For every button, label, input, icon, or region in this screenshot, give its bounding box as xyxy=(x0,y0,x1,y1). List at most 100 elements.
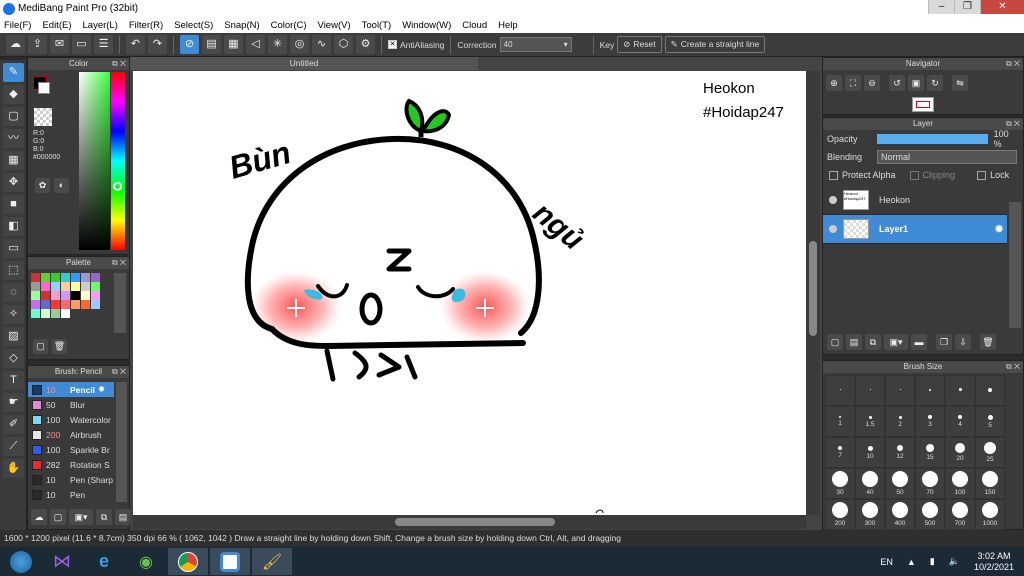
brush-item[interactable]: 50 Blur xyxy=(28,397,114,412)
menu-help[interactable]: Help xyxy=(498,20,518,31)
layer-settings-icon[interactable]: ✹ xyxy=(994,222,1004,236)
palette-mode-icon[interactable]: ✿ xyxy=(35,178,50,193)
color-wheel-icon[interactable]: ◐ xyxy=(54,178,69,193)
menu-select[interactable]: Select(S) xyxy=(174,20,213,31)
palette-swatch[interactable] xyxy=(71,273,80,282)
document-tab[interactable]: Untitled xyxy=(130,57,478,70)
brush-item[interactable]: 10 Pencil ✹ xyxy=(28,382,114,397)
palette-swatch[interactable] xyxy=(61,282,70,291)
redo-icon[interactable]: ↷ xyxy=(148,35,167,54)
snap-grid-icon[interactable]: ▦ xyxy=(224,35,243,54)
brush-item[interactable]: 100 Watercolor xyxy=(28,412,114,427)
folder-icon[interactable]: ▬ xyxy=(911,334,927,350)
rotate-right-icon[interactable]: ↻ xyxy=(927,75,943,91)
panel-close-icon[interactable]: ⧉ ✕ xyxy=(112,366,126,378)
menu-file[interactable]: File(F) xyxy=(4,20,31,31)
palette-swatch[interactable] xyxy=(41,291,50,300)
palette-swatch[interactable] xyxy=(71,291,80,300)
start-button[interactable] xyxy=(2,548,40,575)
palette-swatch[interactable] xyxy=(51,282,60,291)
palette-swatch[interactable] xyxy=(51,291,60,300)
layer-scrollbar[interactable] xyxy=(1009,202,1021,328)
snap-perspective-icon[interactable]: ◁ xyxy=(246,35,265,54)
brush-size-cell[interactable]: 30 xyxy=(825,468,855,499)
palette-swatch[interactable] xyxy=(81,273,90,282)
brush-size-cell[interactable]: 20 xyxy=(945,437,975,468)
brush-size-cell[interactable]: 40 xyxy=(855,468,885,499)
brush-settings-gear-icon[interactable]: ✹ xyxy=(98,384,105,395)
snap-circle-icon[interactable]: ◎ xyxy=(290,35,309,54)
palette-swatch[interactable] xyxy=(41,300,50,309)
delete-swatch-icon[interactable]: 🗑 xyxy=(52,339,67,354)
lock-checkbox[interactable] xyxy=(977,170,987,180)
palette-swatch[interactable] xyxy=(41,273,50,282)
navigator-preview[interactable] xyxy=(912,97,934,112)
brush-size-cell[interactable]: 5 xyxy=(975,406,1005,437)
duplicate-layer-icon[interactable]: ❐ xyxy=(936,334,952,350)
menu-layer[interactable]: Layer(L) xyxy=(83,20,118,31)
snap-curve-icon[interactable]: ∿ xyxy=(312,35,331,54)
brush-item[interactable]: 282 Rotation S xyxy=(28,457,114,472)
correction-select[interactable]: 40 xyxy=(499,37,572,52)
eraser-tool-icon[interactable]: ◆ xyxy=(3,85,24,104)
new-layer-icon[interactable]: ▢ xyxy=(827,334,843,350)
background-color-swatch[interactable] xyxy=(38,82,50,94)
palette-scrollbar[interactable] xyxy=(114,273,126,333)
menu-snap[interactable]: Snap(N) xyxy=(224,20,259,31)
comment-icon[interactable]: ✉ xyxy=(50,35,69,54)
move-tool-icon[interactable]: ✥ xyxy=(3,173,24,192)
brush-size-cell[interactable] xyxy=(825,375,855,406)
internet-explorer-icon[interactable]: e xyxy=(84,548,124,575)
medibang-taskbar-icon[interactable] xyxy=(210,548,250,575)
antialiasing-checkbox[interactable]: ✕ xyxy=(388,40,397,49)
transparent-color-swatch[interactable] xyxy=(34,108,52,126)
brush-scrollbar[interactable] xyxy=(116,382,127,502)
palette-swatch[interactable] xyxy=(31,300,40,309)
panel-close-icon[interactable]: ⧉ ✕ xyxy=(1006,361,1020,373)
brush-size-cell[interactable]: 50 xyxy=(885,468,915,499)
magic-wand-icon[interactable]: ✧ xyxy=(3,305,24,324)
text-tool-icon[interactable]: T xyxy=(3,371,24,390)
hand-tool-icon[interactable]: ✋ xyxy=(3,459,24,478)
menu-color[interactable]: Color(C) xyxy=(271,20,307,31)
brush-item[interactable]: 100 Sparkle Br xyxy=(28,442,114,457)
clipping-checkbox[interactable] xyxy=(909,170,919,180)
snap-off-icon[interactable]: ⊘ xyxy=(180,35,199,54)
operation-tool-icon[interactable]: ☛ xyxy=(3,393,24,412)
brush-size-cell[interactable] xyxy=(945,375,975,406)
menu-edit[interactable]: Edit(E) xyxy=(42,20,71,31)
palette-swatch[interactable] xyxy=(51,273,60,282)
bucket-tool-icon[interactable]: ◧ xyxy=(3,217,24,236)
palette-swatch[interactable] xyxy=(41,282,50,291)
hue-handle[interactable] xyxy=(113,182,122,191)
brush-size-cell[interactable]: 1.5 xyxy=(855,406,885,437)
vertical-scrollbar[interactable] xyxy=(806,71,820,515)
merge-down-icon[interactable]: ⇩ xyxy=(955,334,971,350)
paint-taskbar-icon[interactable]: 🖌 xyxy=(252,548,292,575)
brush-size-cell[interactable]: 70 xyxy=(915,468,945,499)
brush-size-cell[interactable]: 3 xyxy=(915,406,945,437)
panel-close-icon[interactable]: ⧉ ✕ xyxy=(1006,58,1020,70)
brush-size-cell[interactable] xyxy=(855,375,885,406)
palette-swatch[interactable] xyxy=(71,282,80,291)
palette-swatch[interactable] xyxy=(61,273,70,282)
layer-row[interactable]: Layer1 ✹ xyxy=(823,215,1007,244)
rotate-left-icon[interactable]: ↺ xyxy=(889,75,905,91)
palette-swatch[interactable] xyxy=(31,282,40,291)
hue-slider[interactable] xyxy=(111,72,125,250)
panel-close-icon[interactable]: ⧉ ✕ xyxy=(112,257,126,269)
select-pen-icon[interactable]: ▦ xyxy=(3,151,24,170)
palette-swatch[interactable] xyxy=(61,291,70,300)
palette-swatch[interactable] xyxy=(51,309,60,318)
language-indicator[interactable]: EN xyxy=(880,557,893,567)
reset-button[interactable]: ⊘ Reset xyxy=(617,36,662,53)
cloud-brush-icon[interactable]: ☁ xyxy=(31,509,47,525)
brush-size-cell[interactable] xyxy=(975,375,1005,406)
visual-studio-icon[interactable]: ⋈ xyxy=(42,548,82,575)
palette-swatch[interactable] xyxy=(81,291,90,300)
add-layer-menu-icon[interactable]: ▣▾ xyxy=(884,334,908,350)
blending-select[interactable]: Normal xyxy=(877,150,1017,164)
copy-layer-icon[interactable]: ⧉ xyxy=(865,334,881,350)
select-rect-icon[interactable]: ⬚ xyxy=(3,261,24,280)
brush-size-cell[interactable]: 700 xyxy=(945,499,975,530)
